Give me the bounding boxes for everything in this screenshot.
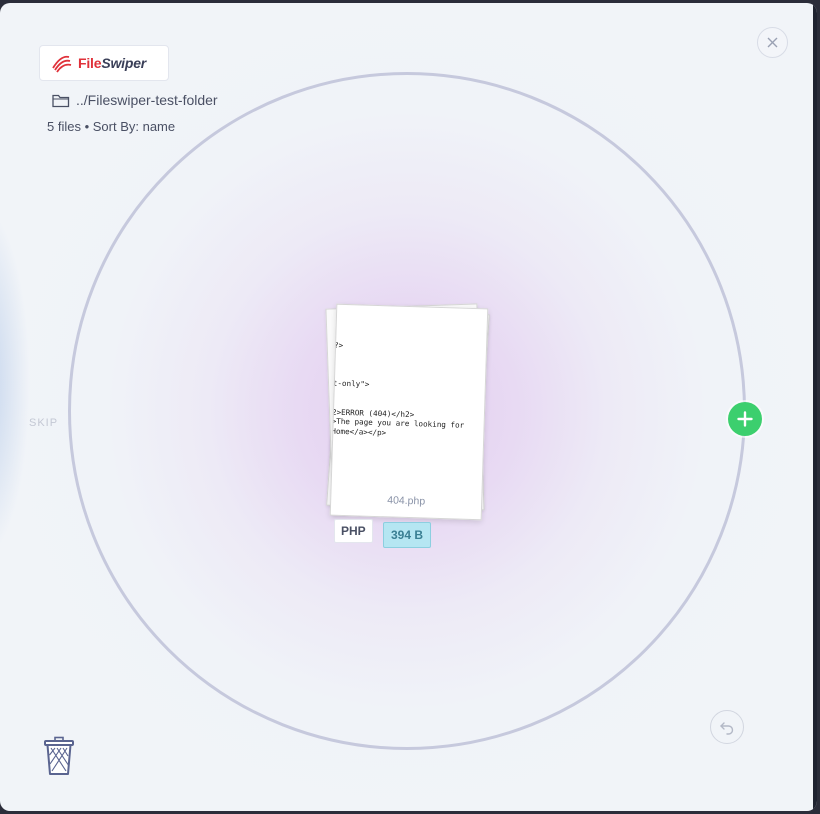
keep-button[interactable] (728, 402, 762, 436)
file-preview-text: ?> t-only"> 2>ERROR (404)</h2> >The page… (331, 340, 465, 437)
window-edge (813, 3, 817, 811)
skip-label[interactable]: SKIP (29, 417, 58, 429)
close-icon (767, 37, 778, 48)
undo-icon (720, 722, 734, 735)
fileswiper-logo-icon (52, 55, 72, 73)
brand-logo: FileSwiper (39, 45, 169, 81)
file-summary: 5 files • Sort By: name (47, 119, 176, 134)
brand-name: FileSwiper (78, 55, 147, 71)
file-size-badge: 394 B (383, 522, 432, 548)
file-type-badge: PHP (334, 519, 373, 543)
file-preview: ?> t-only"> 2>ERROR (404)</h2> >The page… (331, 341, 467, 440)
plus-icon (737, 411, 753, 427)
close-button[interactable] (757, 27, 788, 58)
undo-button[interactable] (710, 710, 744, 744)
trash-button[interactable] (42, 736, 76, 776)
file-card-name: 404.php (387, 494, 426, 508)
app-window: FileSwiper ../Fileswiper-test-folder 5 f… (0, 3, 817, 811)
file-card[interactable]: ?> t-only"> 2>ERROR (404)</h2> >The page… (329, 303, 489, 521)
skip-zone-glow (0, 203, 30, 563)
trash-icon (44, 736, 74, 775)
folder-icon (52, 94, 70, 107)
folder-path-label: ../Fileswiper-test-folder (76, 92, 218, 108)
folder-path[interactable]: ../Fileswiper-test-folder (52, 92, 218, 108)
